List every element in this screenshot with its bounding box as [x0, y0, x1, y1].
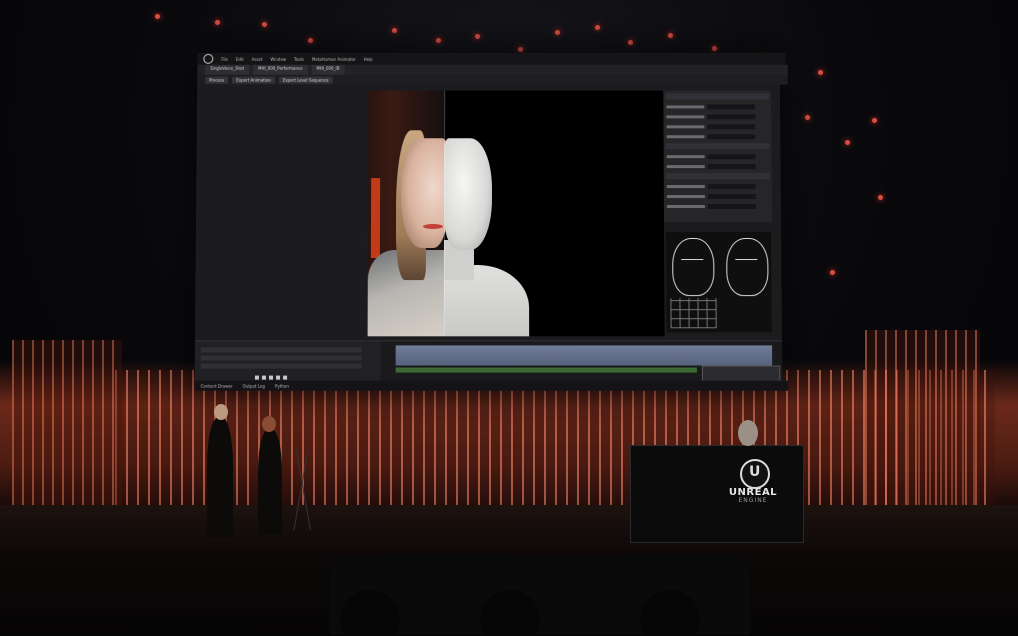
face-reference-diagram: [666, 232, 772, 332]
process-button[interactable]: Process: [205, 76, 228, 83]
stop-icon[interactable]: [269, 376, 273, 380]
menu-item-window[interactable]: Window: [270, 56, 286, 61]
sequencer-range-bar[interactable]: [396, 368, 697, 373]
podium-logo-word-2: ENGINE: [718, 497, 788, 504]
menu-item-file[interactable]: File: [221, 56, 228, 61]
slatted-wall-right: [865, 330, 980, 530]
export-animation-button[interactable]: Export Animation: [232, 76, 275, 83]
sequencer-panel: [195, 340, 783, 381]
unreal-engine-logo: [740, 459, 770, 489]
python-button[interactable]: Python: [275, 383, 289, 388]
camera-tripod: [292, 450, 312, 530]
podium-logo-word-1: UNREAL: [718, 488, 788, 497]
face-outline-icon: [726, 238, 768, 296]
skip-forward-icon[interactable]: [283, 376, 287, 380]
tab-ib[interactable]: MHI_000_IB: [311, 65, 344, 75]
tab-performance[interactable]: MHI_000_Performance: [253, 65, 307, 75]
presenter-left: [207, 418, 233, 538]
editor-tabs: SingleVoice_Shot MHI_000_Performance MHI…: [197, 65, 787, 75]
output-log-button[interactable]: Output Log: [243, 383, 265, 388]
transport-controls: [255, 376, 287, 380]
content-drawer-button[interactable]: Content Drawer: [201, 383, 233, 388]
play-icon[interactable]: [262, 376, 266, 380]
record-icon[interactable]: [276, 376, 280, 380]
menu-item-metahuman[interactable]: MetaHuman Animator: [312, 56, 356, 61]
metahuman-face: [444, 138, 492, 250]
sequencer-timeline[interactable]: [396, 345, 773, 365]
export-level-sequence-button[interactable]: Export Level Sequence: [279, 76, 333, 83]
tab-shot[interactable]: SingleVoice_Shot: [205, 65, 249, 75]
skip-back-icon[interactable]: [255, 376, 259, 380]
face-viewport[interactable]: [368, 91, 665, 337]
slatted-wall-left: [12, 340, 122, 520]
face-markers-icon: [672, 238, 714, 296]
menu-item-edit[interactable]: Edit: [236, 56, 244, 61]
performer-face: [401, 138, 447, 248]
menu-item-asset[interactable]: Asset: [252, 56, 263, 61]
projection-screen: File Edit Asset Window Tools MetaHuman A…: [195, 53, 783, 391]
details-panel: [663, 91, 772, 222]
presenter-performer: [258, 430, 282, 534]
menu-item-tools[interactable]: Tools: [294, 56, 304, 61]
editor-toolbar: Process Export Animation Export Level Se…: [197, 75, 788, 85]
editor-menubar: File Edit Asset Window Tools MetaHuman A…: [197, 53, 785, 65]
unreal-logo-icon: [203, 54, 213, 64]
editor-statusbar: Content Drawer Output Log Python: [195, 381, 789, 391]
menu-item-help[interactable]: Help: [364, 56, 373, 61]
stage-photo: File Edit Asset Window Tools MetaHuman A…: [0, 0, 1018, 636]
